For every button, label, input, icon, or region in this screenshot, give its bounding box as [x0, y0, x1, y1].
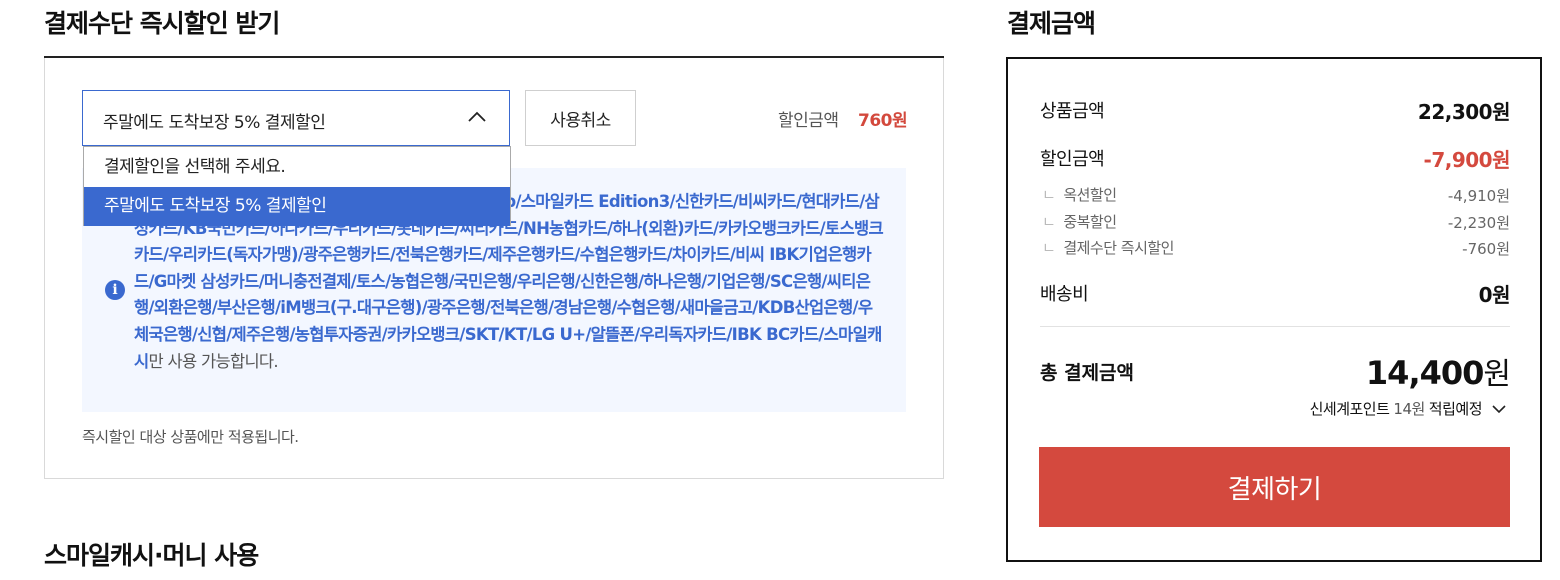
points-name: 신세계포인트	[1309, 400, 1390, 418]
discount-select-value: 주말에도 도착보장 5% 결제할인	[103, 113, 326, 133]
info-icon: i	[105, 280, 125, 300]
discount-total-label: 할인금액	[1040, 149, 1105, 170]
shipping-value: 0원	[1478, 283, 1511, 307]
sub-discount-text: 옥션할인	[1063, 186, 1117, 204]
points-amount: 14원	[1393, 400, 1425, 418]
sub-discount-label: ㄴ 옥션할인	[1042, 184, 1117, 205]
summary-title: 결제금액	[1007, 9, 1096, 38]
total-amount-number: 14,400	[1365, 354, 1484, 392]
chevron-up-icon	[468, 111, 486, 122]
total-amount-label: 총 결제금액	[1040, 362, 1135, 384]
product-amount-label: 상품금액	[1040, 101, 1105, 122]
eligible-cards-tail: 만 사용 가능합니다.	[148, 351, 278, 371]
cancel-discount-button[interactable]: 사용취소	[525, 90, 636, 146]
pay-button[interactable]: 결제하기	[1039, 447, 1510, 527]
points-suffix: 적립예정	[1428, 400, 1483, 418]
discount-total-value: -7,900원	[1423, 148, 1511, 172]
discount-dropdown-list[interactable]: 결제할인을 선택해 주세요. 주말에도 도착보장 5% 결제할인	[83, 146, 511, 226]
product-amount-value: 22,300원	[1417, 100, 1511, 124]
payment-discount-title: 결제수단 즉시할인 받기	[44, 9, 280, 38]
sub-bullet-icon: ㄴ	[1042, 213, 1056, 231]
shipping-label: 배송비	[1040, 284, 1089, 305]
points-toggle[interactable]: 신세계포인트 14원 적립예정	[1310, 398, 1506, 419]
total-amount-unit: 원	[1483, 357, 1511, 392]
smile-cash-title: 스마일캐시·머니 사용	[44, 541, 259, 570]
discount-amount-value: 760원	[858, 111, 908, 131]
sub-discount-label: ㄴ 중복할인	[1042, 211, 1117, 232]
chevron-down-icon	[1492, 404, 1506, 413]
sub-bullet-icon: ㄴ	[1042, 239, 1056, 257]
discount-note: 즉시할인 대상 상품에만 적용됩니다.	[82, 428, 299, 446]
sub-discount-text: 중복할인	[1063, 213, 1117, 231]
dropdown-option[interactable]: 결제할인을 선택해 주세요.	[84, 148, 510, 187]
sub-discount-label: ㄴ 결제수단 즉시할인	[1042, 237, 1174, 258]
dropdown-option-selected[interactable]: 주말에도 도착보장 5% 결제할인	[84, 187, 510, 226]
sub-discount-text: 결제수단 즉시할인	[1063, 239, 1174, 257]
sub-discount-value: -760원	[1462, 240, 1510, 258]
total-amount-value: 14,400원	[1365, 349, 1511, 393]
sub-bullet-icon: ㄴ	[1042, 186, 1056, 204]
discount-select[interactable]: 주말에도 도착보장 5% 결제할인	[82, 90, 510, 146]
sub-discount-value: -4,910원	[1447, 187, 1510, 205]
summary-divider	[1040, 326, 1510, 327]
discount-amount-label: 할인금액	[778, 111, 839, 131]
sub-discount-value: -2,230원	[1447, 214, 1510, 232]
